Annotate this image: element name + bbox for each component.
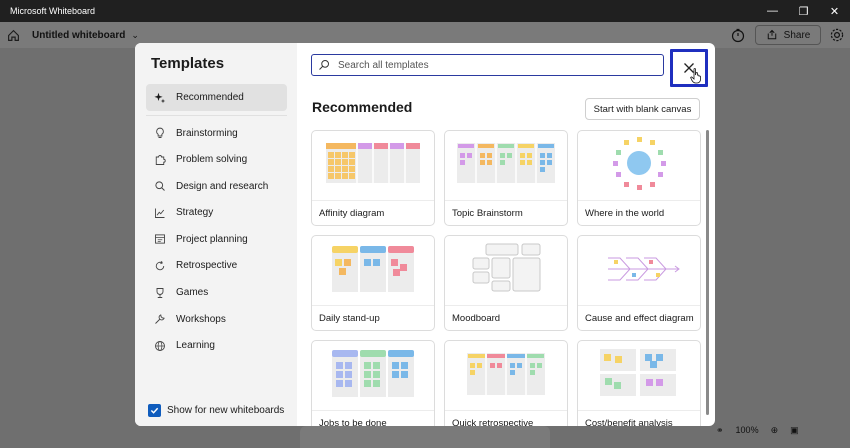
puzzle-icon bbox=[153, 153, 167, 167]
template-card-moodboard[interactable]: Moodboard bbox=[444, 235, 568, 331]
category-label: Recommended bbox=[176, 92, 244, 103]
template-card-quick-retro[interactable]: Quick retrospective bbox=[444, 340, 568, 426]
share-icon bbox=[767, 29, 776, 40]
magnifier-icon bbox=[153, 179, 167, 193]
template-card-where-in-world[interactable]: Where in the world bbox=[577, 130, 701, 226]
template-label: Cost/benefit analysis bbox=[585, 418, 673, 426]
category-retrospective[interactable]: Retrospective bbox=[146, 253, 287, 279]
close-dialog-button[interactable] bbox=[670, 49, 708, 87]
zoom-out-icon[interactable]: ⚭ bbox=[716, 425, 724, 436]
close-window-icon[interactable]: ✕ bbox=[819, 0, 850, 22]
timer-icon[interactable] bbox=[730, 27, 746, 43]
category-strategy[interactable]: Strategy bbox=[146, 200, 287, 226]
template-thumbnail bbox=[312, 236, 434, 306]
category-learning[interactable]: Learning bbox=[146, 333, 287, 359]
template-card-cost-benefit[interactable]: Cost/benefit analysis bbox=[577, 340, 701, 426]
category-games[interactable]: Games bbox=[146, 280, 287, 306]
zoom-level: 100% bbox=[735, 425, 759, 435]
show-for-new-label: Show for new whiteboards bbox=[167, 405, 285, 416]
app-title: Microsoft Whiteboard bbox=[10, 6, 96, 16]
template-thumbnail bbox=[445, 341, 567, 411]
category-label: Learning bbox=[176, 340, 215, 352]
lightbulb-icon bbox=[153, 126, 167, 140]
template-card-jobs-to-be-done[interactable]: Jobs to be done bbox=[311, 340, 435, 426]
window-title-bar: Microsoft Whiteboard — ❐ ✕ bbox=[0, 0, 850, 22]
checkbox-checked[interactable] bbox=[148, 404, 161, 417]
template-search-box[interactable] bbox=[311, 54, 664, 76]
template-thumbnail bbox=[312, 341, 434, 411]
zoom-in-icon[interactable]: ⊕ bbox=[771, 425, 779, 436]
category-design-research[interactable]: Design and research bbox=[146, 173, 287, 199]
restore-icon[interactable]: ❐ bbox=[788, 0, 819, 22]
category-label: Brainstorming bbox=[176, 127, 238, 139]
gear-icon[interactable] bbox=[829, 27, 845, 43]
globe-icon bbox=[153, 339, 167, 353]
category-recommended[interactable]: Recommended bbox=[146, 84, 287, 111]
template-label: Cause and effect diagram bbox=[585, 313, 694, 324]
template-card-cause-effect[interactable]: Cause and effect diagram bbox=[577, 235, 701, 331]
templates-dialog: Templates Recommended Brainstorming Prob… bbox=[135, 43, 715, 426]
category-label: Games bbox=[176, 287, 209, 299]
sparkle-icon bbox=[153, 91, 167, 105]
template-label: Quick retrospective bbox=[452, 418, 534, 426]
template-card-topic-brainstorm[interactable]: Topic Brainstorm bbox=[444, 130, 568, 226]
category-label: Workshops bbox=[176, 313, 226, 325]
template-label: Jobs to be done bbox=[319, 418, 387, 426]
template-card-daily-standup[interactable]: Daily stand-up bbox=[311, 235, 435, 331]
template-thumbnail bbox=[578, 131, 700, 201]
window-controls: — ❐ ✕ bbox=[757, 0, 850, 22]
category-label: Strategy bbox=[176, 207, 214, 219]
zoom-controls: ⚭ 100% ⊕ ▣ bbox=[716, 420, 846, 440]
divider bbox=[146, 115, 287, 116]
templates-sidebar: Templates Recommended Brainstorming Prob… bbox=[135, 43, 297, 426]
category-workshops[interactable]: Workshops bbox=[146, 306, 287, 332]
dialog-title: Templates bbox=[151, 55, 225, 72]
template-label: Topic Brainstorm bbox=[452, 208, 523, 219]
category-brainstorming[interactable]: Brainstorming bbox=[146, 120, 287, 146]
share-label: Share bbox=[783, 29, 811, 41]
template-label: Affinity diagram bbox=[319, 208, 385, 219]
template-thumbnail bbox=[445, 131, 567, 201]
template-thumbnail bbox=[578, 236, 700, 306]
chart-line-icon bbox=[153, 206, 167, 220]
fit-screen-icon[interactable]: ▣ bbox=[790, 425, 799, 436]
category-list: Recommended Brainstorming Problem solvin… bbox=[146, 84, 287, 359]
category-label: Project planning bbox=[176, 233, 248, 245]
template-thumbnail bbox=[445, 236, 567, 306]
template-scrollbar[interactable] bbox=[706, 125, 710, 415]
category-label: Design and research bbox=[176, 180, 269, 192]
blank-canvas-button[interactable]: Start with blank canvas bbox=[585, 98, 700, 120]
share-button[interactable]: Share bbox=[755, 25, 821, 45]
drawing-toolbar bbox=[300, 426, 550, 448]
home-icon[interactable] bbox=[0, 22, 26, 48]
minimize-icon[interactable]: — bbox=[757, 0, 788, 22]
template-card-affinity[interactable]: Affinity diagram bbox=[311, 130, 435, 226]
scrollbar-thumb[interactable] bbox=[706, 130, 709, 415]
category-problem-solving[interactable]: Problem solving bbox=[146, 147, 287, 173]
template-thumbnail bbox=[312, 131, 434, 201]
section-title: Recommended bbox=[312, 99, 413, 115]
category-project-planning[interactable]: Project planning bbox=[146, 226, 287, 252]
board-title[interactable]: Untitled whiteboard bbox=[32, 30, 125, 41]
refresh-icon bbox=[153, 259, 167, 273]
wrench-icon bbox=[153, 312, 167, 326]
show-for-new-toggle[interactable]: Show for new whiteboards bbox=[148, 404, 284, 417]
trophy-icon bbox=[153, 286, 167, 300]
search-icon bbox=[318, 58, 332, 72]
template-label: Where in the world bbox=[585, 208, 665, 219]
category-label: Retrospective bbox=[176, 260, 238, 272]
hand-cursor-icon bbox=[690, 68, 701, 84]
template-label: Moodboard bbox=[452, 313, 501, 324]
category-label: Problem solving bbox=[176, 154, 248, 166]
calendar-icon bbox=[153, 232, 167, 246]
template-thumbnail bbox=[578, 341, 700, 411]
chevron-down-icon[interactable]: ⌄ bbox=[131, 30, 139, 41]
template-label: Daily stand-up bbox=[319, 313, 380, 324]
search-input[interactable] bbox=[338, 59, 638, 71]
